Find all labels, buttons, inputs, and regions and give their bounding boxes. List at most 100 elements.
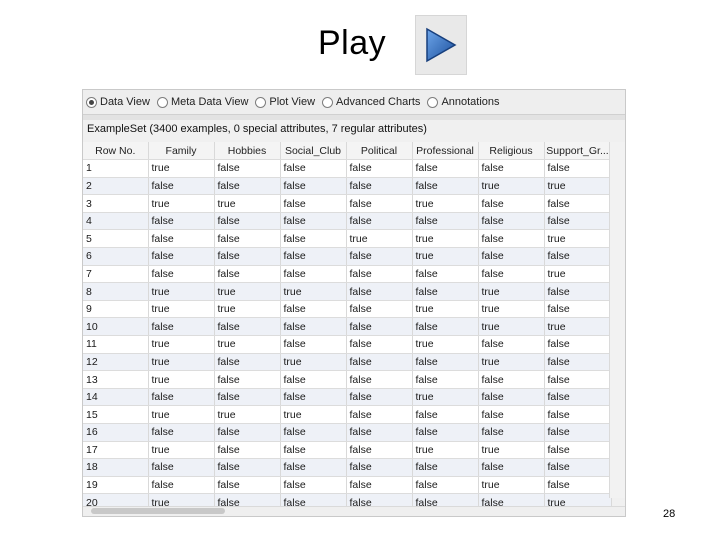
column-header[interactable]: Family xyxy=(148,142,215,161)
table-header-row: Row No. Family Hobbies Social_Club Political… xyxy=(83,142,612,161)
radio-icon[interactable] xyxy=(156,96,168,108)
table-cell: true xyxy=(148,159,215,178)
radio-icon[interactable] xyxy=(255,96,267,108)
table-cell: false xyxy=(478,423,545,442)
table-cell: false xyxy=(214,159,281,178)
table-cell: false xyxy=(148,423,215,442)
table-cell: false xyxy=(280,388,347,407)
table-cell: false xyxy=(346,388,413,407)
horizontal-scroll-thumb[interactable] xyxy=(91,508,225,514)
table-cell: 14 xyxy=(83,388,149,407)
slide-title: Play xyxy=(318,24,387,62)
table-cell: true xyxy=(478,282,545,301)
table-cell: false xyxy=(412,458,479,477)
view-option-data-view[interactable]: Data View xyxy=(86,96,150,108)
column-header[interactable]: Hobbies xyxy=(214,142,281,161)
table-row[interactable]: 17 true false false false true true false xyxy=(83,441,612,460)
horizontal-scrollbar[interactable] xyxy=(83,506,625,516)
table-cell: false xyxy=(478,247,545,266)
table-row[interactable]: 13 true false false false false false false xyxy=(83,370,612,389)
view-option-label: Plot View xyxy=(269,96,316,108)
vertical-scrollbar[interactable] xyxy=(609,142,625,498)
table-cell: true xyxy=(544,265,612,284)
table-cell: false xyxy=(544,370,612,389)
table-cell: false xyxy=(412,282,479,301)
table-cell: true xyxy=(148,353,215,372)
radio-icon[interactable] xyxy=(322,96,334,108)
table-cell: true xyxy=(478,476,545,495)
table-cell: true xyxy=(214,300,281,319)
table-cell: false xyxy=(544,423,612,442)
view-option-annotations[interactable]: Annotations xyxy=(427,96,500,108)
column-header[interactable]: Row No. xyxy=(83,142,149,161)
table-cell: 6 xyxy=(83,247,149,266)
table-row[interactable]: 9 true true false false true true false xyxy=(83,300,612,319)
data-table: Row No. Family Hobbies Social_Club Political… xyxy=(83,142,612,512)
view-option-label: Annotations xyxy=(441,96,500,108)
table-cell: false xyxy=(148,229,215,249)
table-cell: true xyxy=(412,300,479,319)
table-row[interactable]: 7 false false false false false false true xyxy=(83,265,612,284)
table-cell: false xyxy=(214,476,281,495)
table-cell: false xyxy=(544,476,612,495)
radio-icon[interactable] xyxy=(86,96,97,108)
table-cell: true xyxy=(148,405,215,424)
table-cell: true xyxy=(544,317,612,337)
table-row[interactable]: 10 false false false false false true true xyxy=(83,317,612,337)
table-cell: true xyxy=(214,405,281,424)
table-cell: false xyxy=(148,265,215,284)
table-cell: false xyxy=(544,458,612,477)
table-cell: 9 xyxy=(83,300,149,319)
table-row[interactable]: 3 true true false false true false false xyxy=(83,194,612,213)
table-cell: false xyxy=(412,353,479,372)
table-cell: false xyxy=(280,458,347,477)
column-header[interactable]: Social_Club xyxy=(280,142,347,161)
table-row[interactable]: 15 true true true false false false false xyxy=(83,405,612,424)
table-cell: true xyxy=(478,441,545,460)
table-cell: false xyxy=(280,441,347,460)
table-row[interactable]: 12 true false true false false true false xyxy=(83,353,612,372)
table-cell: 4 xyxy=(83,212,149,231)
table-cell: false xyxy=(346,159,413,178)
table-cell: false xyxy=(346,476,413,495)
table-cell: true xyxy=(148,370,215,389)
table-cell: true xyxy=(148,282,215,301)
table-row[interactable]: 2 false false false false false true true xyxy=(83,177,612,196)
table-cell: false xyxy=(544,194,612,213)
column-header[interactable]: Professional xyxy=(412,142,479,161)
table-cell: true xyxy=(478,300,545,319)
table-row[interactable]: 16 false false false false false false false xyxy=(83,423,612,442)
column-header[interactable]: Political xyxy=(346,142,413,161)
table-row[interactable]: 5 false false false true true false true xyxy=(83,229,612,249)
table-row[interactable]: 18 false false false false false false false xyxy=(83,458,612,477)
table-cell: false xyxy=(478,458,545,477)
table-cell: false xyxy=(214,247,281,266)
table-cell: false xyxy=(280,247,347,266)
column-header[interactable]: Support_Gr... xyxy=(544,142,612,161)
table-row[interactable]: 4 false false false false false false false xyxy=(83,212,612,231)
rapidminer-results-panel: Data View Meta Data View Plot View Advanced… xyxy=(82,89,626,517)
view-option-meta-data-view[interactable]: Meta Data View xyxy=(156,96,248,108)
table-row[interactable]: 1 true false false false false false false xyxy=(83,159,612,178)
view-option-advanced-charts[interactable]: Advanced Charts xyxy=(322,96,420,108)
table-cell: true xyxy=(214,194,281,213)
radio-icon[interactable] xyxy=(427,96,439,108)
table-cell: true xyxy=(412,194,479,213)
view-option-label: Data View xyxy=(100,96,150,108)
table-row[interactable]: 8 true true true false false true false xyxy=(83,282,612,301)
view-option-plot-view[interactable]: Plot View xyxy=(255,96,315,108)
table-row[interactable]: 19 false false false false false true false xyxy=(83,476,612,495)
table-cell: false xyxy=(214,423,281,442)
column-header[interactable]: Religious xyxy=(478,142,545,161)
table-cell: false xyxy=(148,317,215,337)
table-cell: false xyxy=(346,194,413,213)
table-row[interactable]: 14 false false false false true false false xyxy=(83,388,612,407)
table-row[interactable]: 11 true true false false true false false xyxy=(83,335,612,354)
table-cell: true xyxy=(280,353,347,372)
table-row[interactable]: 6 false false false false true false false xyxy=(83,247,612,266)
table-cell: false xyxy=(346,212,413,231)
table-cell: false xyxy=(280,317,347,337)
table-cell: 2 xyxy=(83,177,149,196)
play-triangle-icon xyxy=(426,27,457,63)
play-button[interactable] xyxy=(415,15,467,75)
